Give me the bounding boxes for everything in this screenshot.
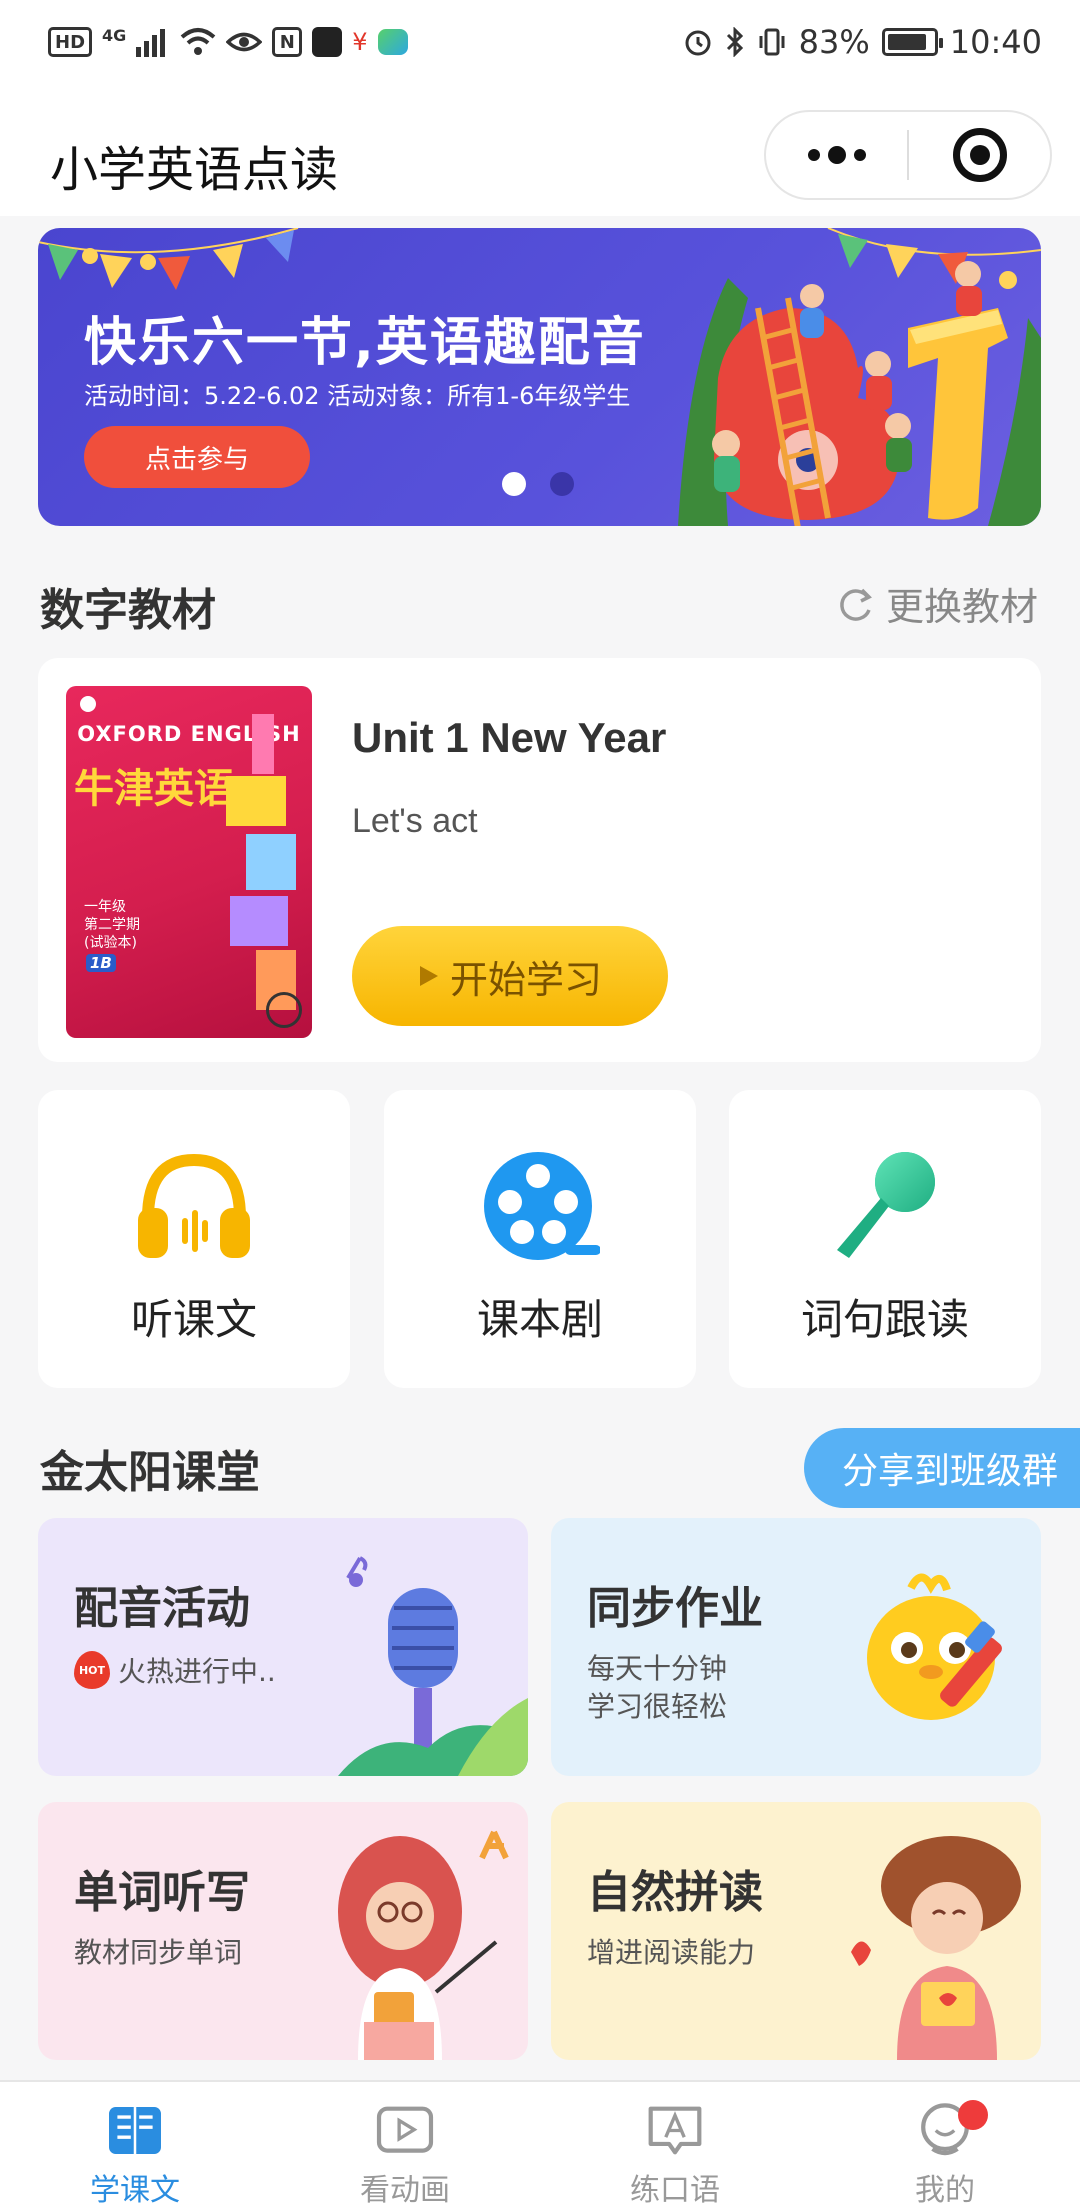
reading-girl-illustration <box>851 1836 1021 2060</box>
battery-icon <box>881 28 943 56</box>
microphone-icon <box>837 1152 935 1258</box>
promo-subtitle-line-1: 每天十分钟 <box>587 1652 728 1685</box>
mini-program-capsule <box>764 110 1052 200</box>
chick-mascot-illustration <box>867 1573 1002 1720</box>
headphones-icon <box>138 1153 250 1258</box>
notification-badge <box>958 2100 988 2130</box>
feature-label: 课本剧 <box>476 1295 603 1344</box>
book-icon <box>109 2107 161 2154</box>
tiktok-icon <box>312 27 343 57</box>
status-bar: HD 4G N ¥ 83% 10:40 <box>0 0 1080 86</box>
promo-dubbing-activity[interactable]: 配音活动 HOT 火热进行中.. <box>38 1518 528 1776</box>
hd-indicator: HD <box>48 27 93 57</box>
clock: 10:40 <box>949 23 1042 61</box>
promo-title: 单词听写 <box>74 1867 250 1918</box>
book-grade-line-1: 一年级 <box>84 899 126 915</box>
refresh-icon <box>840 588 872 621</box>
close-mini-program-button[interactable] <box>909 112 1050 198</box>
banner-title: 快乐六一节,英语趣配音 <box>84 313 646 373</box>
bottom-tab-bar: 学课文 看动画 练口语 我的 <box>0 2080 1080 2209</box>
publisher-badge-icon <box>80 696 96 712</box>
textbook-card[interactable]: OXFORD ENGLISH 牛津英语 一年级 第二学期 (试验本) 1B Un… <box>38 658 1041 1062</box>
tab-label: 看动画 <box>360 2173 450 2208</box>
tab-watch-animation[interactable]: 看动画 <box>270 2082 540 2209</box>
network-indicator: 4G <box>102 25 127 45</box>
promo-banner[interactable]: 快乐六一节,英语趣配音 活动时间：5.22-6.02 活动对象：所有1-6年级学… <box>38 228 1041 526</box>
change-textbook-label: 更换教材 <box>886 585 1039 629</box>
teacher-illustration <box>338 1830 509 2060</box>
digital-textbook-heading: 数字教材 <box>40 585 216 636</box>
wifi-icon <box>180 28 216 55</box>
banner-subtitle: 活动时间：5.22-6.02 活动对象：所有1-6年级学生 <box>84 382 631 410</box>
book-grade-line-2: 第二学期 <box>84 917 140 933</box>
tab-speaking-practice[interactable]: 练口语 <box>540 2082 810 2209</box>
promo-subtitle: 教材同步单词 <box>74 1936 243 1969</box>
promo-title: 自然拼读 <box>587 1867 763 1918</box>
film-reel-icon <box>484 1152 600 1260</box>
unit-title: Unit 1 New Year <box>352 714 667 761</box>
feature-listen-text[interactable]: 听课文 <box>38 1090 350 1388</box>
app-title: 小学英语点读 <box>50 142 339 198</box>
feature-label: 词句跟读 <box>800 1295 969 1344</box>
tab-label: 我的 <box>915 2173 975 2208</box>
classroom-heading: 金太阳课堂 <box>40 1447 260 1498</box>
promo-title: 配音活动 <box>74 1583 250 1634</box>
hot-flame-icon: HOT <box>74 1651 110 1689</box>
more-dots-icon <box>807 146 866 164</box>
promo-word-dictation[interactable]: 单词听写 教材同步单词 <box>38 1802 528 2060</box>
alarm-icon <box>685 30 711 56</box>
tab-label: 练口语 <box>630 2173 720 2208</box>
book-volume: 1B <box>86 954 116 972</box>
lesson-name: Let's act <box>352 802 478 840</box>
textbook-cover[interactable]: OXFORD ENGLISH 牛津英语 一年级 第二学期 (试验本) 1B <box>66 686 312 1038</box>
promo-phonics[interactable]: 自然拼读 增进阅读能力 <box>551 1802 1041 2060</box>
change-textbook-button[interactable]: 更换教材 <box>836 576 1038 631</box>
battery-percent: 83% <box>798 23 870 61</box>
promo-subtitle-line-2: 学习很轻松 <box>587 1690 728 1723</box>
banner-page-dot-2[interactable] <box>550 472 574 496</box>
cyclist-illustration <box>266 992 302 1028</box>
hot-status: HOT 火热进行中.. <box>74 1650 276 1690</box>
promo-subtitle: 增进阅读能力 <box>587 1936 756 1969</box>
signal-icon <box>136 29 166 57</box>
nfc-indicator: N <box>272 27 303 57</box>
banner-page-dot-1[interactable] <box>502 472 526 496</box>
book-grade-line-3: (试验本) <box>84 935 137 951</box>
eye-icon <box>226 32 263 52</box>
promo-sync-homework[interactable]: 同步作业 每天十分钟 学习很轻松 <box>551 1518 1041 1776</box>
share-to-class-group-button[interactable]: 分享到班级群 <box>804 1428 1080 1508</box>
tab-learn-text[interactable]: 学课文 <box>0 2082 270 2209</box>
tab-label: 学课文 <box>90 2173 180 2208</box>
book-series-cn: 牛津英语 <box>74 766 234 812</box>
feature-label: 听课文 <box>130 1295 257 1344</box>
play-triangle-icon <box>419 966 438 986</box>
book-grade: 一年级 第二学期 (试验本) <box>84 898 140 952</box>
speech-icon <box>648 2106 702 2155</box>
bluetooth-icon <box>726 27 743 57</box>
start-learning-button[interactable]: 开始学习 <box>352 926 668 1026</box>
tab-profile[interactable]: 我的 <box>810 2082 1080 2209</box>
play-video-icon <box>376 2106 434 2153</box>
feature-follow-read[interactable]: 词句跟读 <box>729 1090 1041 1388</box>
start-learning-label: 开始学习 <box>449 957 602 1002</box>
english-letters-decoration <box>226 714 296 1010</box>
promo-subtitle: 火热进行中.. <box>118 1655 276 1688</box>
children-day-illustration <box>678 261 1041 526</box>
feature-textbook-play[interactable]: 课本剧 <box>384 1090 696 1388</box>
app-notification-icon <box>377 29 408 55</box>
microphone-illustration <box>338 1556 528 1776</box>
status-right: 83% 10:40 <box>683 22 1042 62</box>
promo-title: 同步作业 <box>587 1583 763 1634</box>
target-circle-icon <box>952 128 1007 182</box>
promo-subtitle: 每天十分钟 学习很轻松 <box>587 1650 727 1726</box>
yuan-icon: ¥ <box>352 28 368 56</box>
vibrate-icon <box>759 28 785 56</box>
join-activity-button[interactable]: 点击参与 <box>84 426 310 488</box>
more-menu-button[interactable] <box>766 112 907 198</box>
title-bar: 小学英语点读 <box>0 86 1080 216</box>
status-left: HD 4G N ¥ <box>48 22 408 62</box>
